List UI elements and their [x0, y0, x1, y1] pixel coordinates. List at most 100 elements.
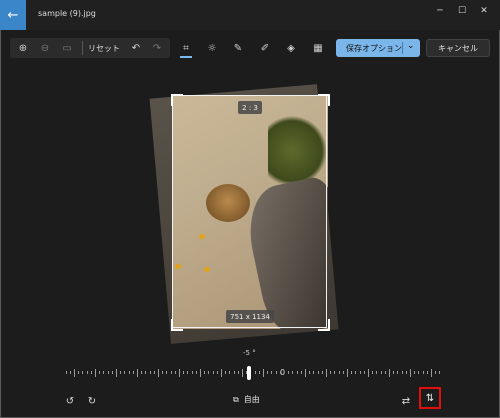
zoom-out-icon: ⊖	[40, 42, 50, 54]
ruler-tick	[330, 371, 332, 374]
undo-button[interactable]: ↶	[129, 38, 143, 58]
ruler-tick	[191, 371, 193, 374]
ruler-tick	[216, 371, 218, 374]
save-options-button[interactable]: 保存オプション ⌄	[336, 39, 420, 57]
crop-handle-bottom-left[interactable]	[171, 319, 183, 331]
angle-readout: -5 °	[243, 349, 256, 357]
flip-horizontal-button[interactable]: ⇄	[399, 394, 413, 408]
maximize-icon: ☐	[457, 6, 467, 16]
rotate-left-icon: ↺	[65, 395, 75, 407]
crop-handle-top-left[interactable]	[171, 94, 183, 106]
slider-thumb[interactable]	[247, 366, 252, 380]
ruler-tick	[279, 371, 281, 374]
ruler-tick	[305, 369, 306, 377]
ruler-tick	[74, 369, 75, 377]
ruler-tick	[65, 371, 67, 374]
ruler-tick	[355, 371, 357, 374]
ruler-tick	[351, 371, 353, 374]
ruler-tick	[111, 371, 113, 374]
adjust-tool-tab[interactable]: ☼	[205, 38, 219, 58]
fit-button[interactable]: ▭	[60, 38, 74, 58]
ruler-tick	[225, 371, 227, 374]
ruler-tick	[233, 371, 235, 374]
zoom-out-button[interactable]: ⊖	[38, 38, 52, 58]
ruler-tick	[254, 371, 256, 374]
back-button[interactable]: ←	[0, 0, 26, 30]
ruler-tick	[405, 371, 407, 374]
ruler-tick	[120, 371, 122, 374]
ruler-tick	[435, 371, 437, 374]
reset-button[interactable]: リセット	[88, 43, 120, 54]
aspect-ratio-dropdown[interactable]: ⧉ 自由	[233, 394, 260, 405]
ruler-tick	[107, 371, 109, 374]
ruler-tick	[326, 369, 327, 377]
ruler-tick	[221, 369, 222, 377]
ruler-tick	[368, 369, 369, 377]
ruler-tick	[263, 369, 264, 377]
ruler-tick	[384, 371, 386, 374]
ruler-tick	[258, 371, 260, 374]
chevron-down-icon[interactable]: ⌄	[407, 41, 415, 51]
ruler-tick	[380, 371, 382, 374]
image-dimensions-badge: 751 x 1134	[226, 310, 274, 323]
zoom-in-button[interactable]: ⊕	[16, 38, 30, 58]
ruler-tick	[401, 371, 403, 374]
ruler-tick	[179, 369, 180, 377]
minimize-button[interactable]: ─	[428, 4, 452, 18]
ruler-tick	[363, 371, 365, 374]
ruler-tick	[275, 371, 277, 374]
ruler-tick	[124, 371, 126, 374]
ruler-tick	[372, 371, 374, 374]
ruler-tick	[267, 371, 269, 374]
zoom-in-icon: ⊕	[18, 42, 28, 54]
ruler-tick	[439, 371, 441, 374]
ruler-tick	[174, 371, 176, 374]
ruler-tick	[128, 371, 130, 374]
save-split-divider	[402, 42, 403, 54]
draw-tool-tab[interactable]: ✐	[258, 38, 272, 58]
flip-horizontal-icon: ⇄	[401, 395, 411, 407]
ruler-tick	[116, 369, 117, 377]
erase-tool-tab[interactable]: ◈	[284, 38, 298, 58]
ruler-tick	[397, 371, 399, 374]
crop-handle-bottom-right[interactable]	[318, 319, 330, 331]
aspect-ratio-badge: 2 : 3	[238, 101, 262, 114]
ruler-tick	[296, 371, 298, 374]
close-button[interactable]: ✕	[472, 4, 496, 18]
crop-tool-tab[interactable]: ⌗	[179, 38, 193, 58]
ruler-tick	[195, 371, 197, 374]
rotate-right-button[interactable]: ↻	[85, 394, 99, 408]
ruler-tick	[141, 371, 143, 374]
ruler-tick	[69, 371, 71, 374]
flip-vertical-button[interactable]: ⇅	[419, 387, 441, 409]
ruler-tick	[431, 369, 432, 377]
active-tab-indicator	[180, 56, 192, 58]
window-title: sample (9).jpg	[38, 9, 96, 18]
ruler-tick	[162, 371, 164, 374]
ruler-tick	[149, 371, 151, 374]
ruler-tick	[300, 371, 302, 374]
redo-button[interactable]: ↷	[150, 38, 164, 58]
ruler-tick	[426, 371, 428, 374]
ruler-tick	[237, 371, 239, 374]
ruler-tick	[347, 369, 348, 377]
ruler-tick	[376, 371, 378, 374]
maximize-button[interactable]: ☐	[450, 4, 474, 18]
crop-frame[interactable]	[172, 95, 327, 328]
straighten-slider[interactable]: 0	[62, 366, 441, 382]
ruler-tick	[170, 371, 172, 374]
crop-handle-top-right[interactable]	[318, 94, 330, 106]
ruler-tick	[200, 369, 201, 377]
cancel-button[interactable]: キャンセル	[426, 39, 490, 57]
back-arrow-icon: ←	[7, 7, 19, 23]
ruler-tick	[418, 371, 420, 374]
ruler-tick	[187, 371, 189, 374]
ruler-tick	[422, 371, 424, 374]
markup-tool-tab[interactable]: ✎	[231, 38, 245, 58]
rotate-left-button[interactable]: ↺	[63, 394, 77, 408]
ruler-tick	[166, 371, 168, 374]
brightness-icon: ☼	[207, 42, 217, 54]
marker-icon: ✎	[233, 42, 243, 54]
fit-to-window-icon: ▭	[62, 42, 72, 54]
filter-tool-tab[interactable]: ▦	[311, 38, 325, 58]
